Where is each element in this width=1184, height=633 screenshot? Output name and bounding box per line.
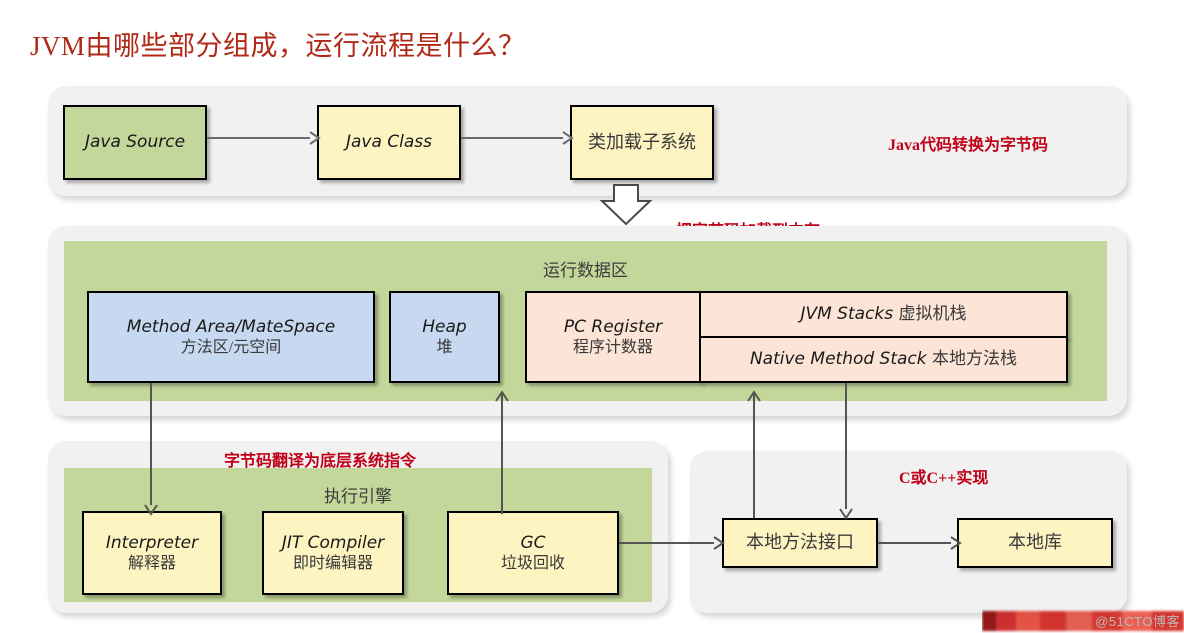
note-bytecode-to-instructions: 字节码翻译为底层系统指令	[224, 453, 417, 470]
arrow-engine-to-heap	[495, 390, 509, 514]
box-label-cn: 程序计数器	[572, 338, 653, 356]
box-label-en: Interpreter	[105, 532, 199, 553]
box-label-en: GC	[520, 532, 546, 553]
box-class-loader-subsystem[interactable]: 类加载子系统	[570, 105, 714, 180]
box-label-cn: 类加载子系统	[588, 131, 696, 152]
watermark-text: @51CTO博客	[1095, 614, 1180, 629]
box-label-en: Method Area/MateSpace	[126, 316, 336, 337]
box-interpreter[interactable]: Interpreter 解释器	[82, 511, 222, 595]
box-label-en: Java Source	[84, 132, 186, 153]
box-gc[interactable]: GC 垃圾回收	[447, 511, 619, 595]
box-label-en: JIT Compiler	[281, 532, 385, 553]
note-c-or-cpp: C或C++实现	[899, 470, 989, 487]
arrow-gc-to-native-interface	[619, 536, 725, 550]
box-label-cn: 即时编辑器	[292, 554, 373, 572]
arrow-stack-to-native-interface	[839, 383, 853, 520]
arrow-source-to-class	[207, 131, 321, 145]
block-arrow-load-bytecode	[599, 184, 653, 226]
arrow-method-area-to-engine	[144, 383, 158, 516]
box-label-mixed: JVM Stacks 虚拟机栈	[800, 304, 967, 325]
box-pc-register[interactable]: PC Register 程序计数器	[525, 291, 701, 383]
box-native-library[interactable]: 本地库	[957, 518, 1113, 568]
box-label-cn: 垃圾回收	[500, 554, 565, 572]
box-native-method-stack[interactable]: Native Method Stack 本地方法栈	[699, 336, 1068, 383]
diagram-canvas: JVM由哪些部分组成，运行流程是什么？ Java Source Java Cla…	[0, 0, 1184, 633]
box-label-en: Heap	[422, 316, 467, 337]
box-heap[interactable]: Heap 堆	[389, 291, 500, 383]
box-java-class[interactable]: Java Class	[317, 105, 461, 180]
note-java-to-bytecode: Java代码转换为字节码	[888, 137, 1049, 154]
box-label-cn: 方法区/元空间	[180, 338, 282, 356]
box-label-cn: 本地库	[1008, 532, 1062, 553]
box-method-area[interactable]: Method Area/MateSpace 方法区/元空间	[87, 291, 375, 383]
arrow-native-interface-to-library	[878, 536, 962, 550]
box-jit-compiler[interactable]: JIT Compiler 即时编辑器	[262, 511, 404, 595]
box-java-source[interactable]: Java Source	[63, 105, 207, 180]
arrow-class-to-loader	[461, 131, 574, 145]
box-label-en: PC Register	[563, 316, 663, 337]
box-label-mixed: Native Method Stack 本地方法栈	[749, 349, 1018, 370]
page-title: JVM由哪些部分组成，运行流程是什么？	[30, 31, 526, 61]
watermark: @51CTO博客	[982, 607, 1184, 633]
arrow-native-interface-to-stack	[747, 390, 761, 518]
box-label-cn: 本地方法接口	[746, 532, 854, 553]
box-label-en: Java Class	[345, 132, 433, 153]
box-label-cn: 堆	[436, 338, 453, 356]
box-label-cn: 解释器	[127, 554, 176, 572]
box-native-method-interface[interactable]: 本地方法接口	[722, 518, 878, 568]
caption-runtime-data-area: 运行数据区	[543, 261, 628, 280]
box-jvm-stacks[interactable]: JVM Stacks 虚拟机栈	[699, 291, 1068, 338]
